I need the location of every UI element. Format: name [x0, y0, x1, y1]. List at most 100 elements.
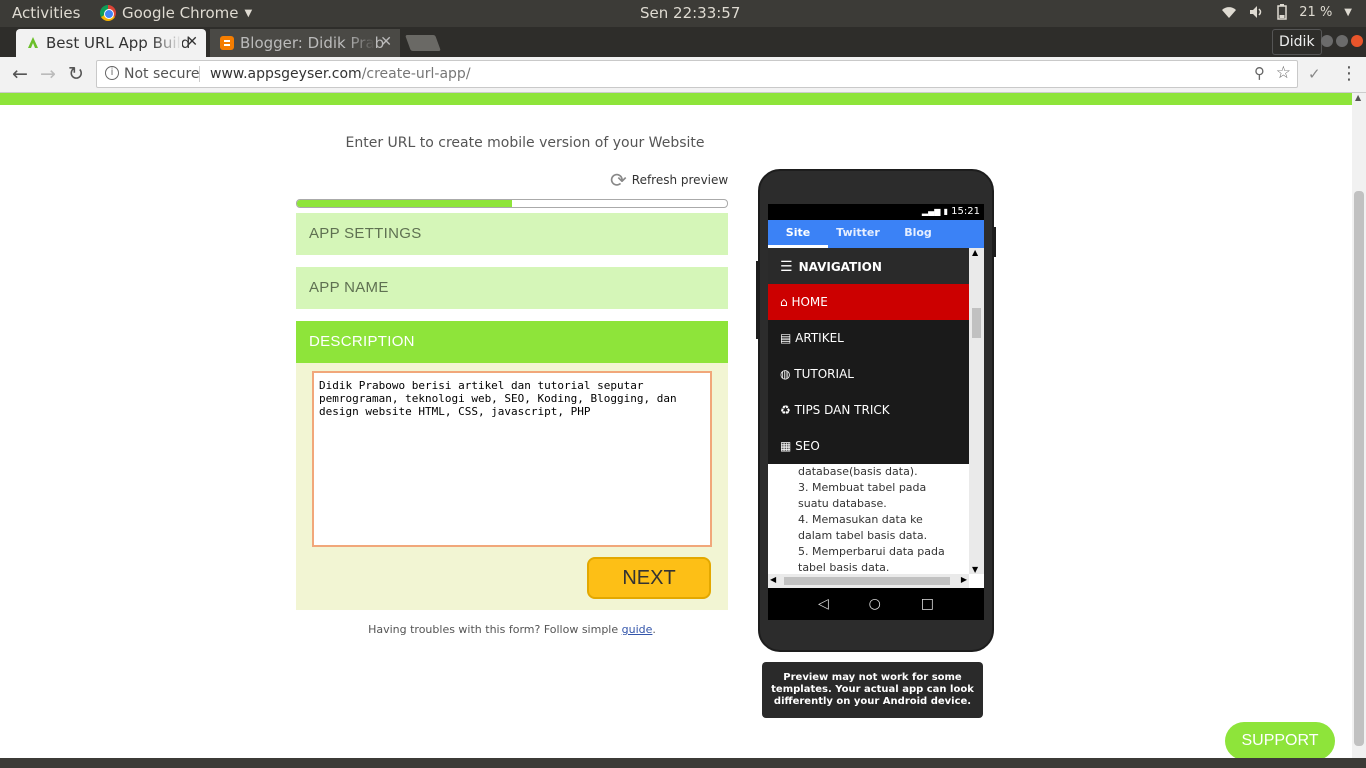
close-window-button[interactable] [1351, 35, 1363, 47]
scroll-thumb[interactable] [784, 577, 950, 585]
preview-tab-blog[interactable]: Blog [888, 220, 948, 248]
help-text-body: Having troubles with this form? Follow s… [368, 623, 622, 636]
home-circle-icon[interactable]: ○ [869, 596, 881, 612]
nav-item-artikel[interactable]: ▤ ARTIKEL [768, 320, 969, 356]
app-name: Google Chrome [122, 4, 239, 22]
preview-tab-twitter[interactable]: Twitter [828, 220, 888, 248]
refresh-label: Refresh preview [631, 173, 729, 187]
back-arrow-icon[interactable]: ← [12, 63, 28, 85]
activities-button[interactable]: Activities [12, 4, 80, 22]
bookmark-star-icon[interactable]: ☆ [1276, 63, 1291, 83]
nav-item-tips[interactable]: ♻ TIPS DAN TRICK [768, 392, 969, 428]
nav-item-label: HOME [791, 295, 828, 309]
home-icon: ⌂ [780, 295, 792, 309]
preview-horizontal-scrollbar[interactable]: ◀ ▶ [768, 574, 969, 588]
preview-nav-drawer: ☰ NAVIGATION ⌂ HOME ▤ ARTIKEL ◍ TUTORIAL … [768, 248, 969, 464]
scroll-down-icon[interactable]: ▼ [972, 565, 978, 574]
preview-note: Preview may not work for some templates.… [762, 662, 983, 718]
scroll-left-icon[interactable]: ◀ [770, 575, 776, 584]
preview-article-text: database(basis data). 3. Membuat tabel p… [768, 464, 969, 576]
close-tab-icon[interactable]: ✕ [380, 34, 392, 50]
browser-toolbar: ← → ↻ i Not secure www.appsgeyser.com/cr… [0, 57, 1366, 93]
help-text: Having troubles with this form? Follow s… [296, 623, 728, 636]
nav-item-label: SEO [795, 439, 820, 453]
wifi-icon [1222, 7, 1237, 18]
scroll-right-icon[interactable]: ▶ [961, 575, 967, 584]
tab-best-url-app-builder[interactable]: Best URL App Build ✕ [16, 29, 206, 57]
forward-arrow-icon[interactable]: → [40, 63, 56, 85]
system-top-bar: Activities Google Chrome ▼ Sen 22:33:57 … [0, 0, 1366, 27]
bottom-edge [0, 758, 1366, 768]
url-host: www.appsgeyser.com [210, 66, 362, 82]
help-text-end: . [652, 623, 656, 636]
extension-check-icon[interactable]: ✓ [1308, 65, 1321, 83]
scroll-up-icon[interactable]: ▲ [1355, 93, 1361, 102]
tab-blogger[interactable]: Blogger: Didik Prab ✕ [210, 29, 400, 57]
maximize-window-button[interactable] [1336, 35, 1348, 47]
phone-preview: ▂▄▆ ▮ 15:21 Site Twitter Blog ☰ NAVIGATIO… [756, 169, 996, 652]
new-tab-button[interactable] [405, 35, 441, 51]
preview-vertical-scrollbar[interactable]: ▲ ▼ [969, 248, 984, 574]
nav-item-label: TUTORIAL [794, 367, 854, 381]
phone-side-button [756, 261, 760, 339]
zoom-icon[interactable]: ⚲ [1254, 64, 1265, 82]
article-line: 3. Membuat tabel pada suatu database. [798, 481, 927, 510]
info-icon[interactable]: i [105, 66, 119, 80]
back-triangle-icon[interactable]: ◁ [818, 596, 829, 612]
nav-header-label: NAVIGATION [798, 260, 882, 274]
nav-item-tutorial[interactable]: ◍ TUTORIAL [768, 356, 969, 392]
preview-tab-site[interactable]: Site [768, 220, 828, 248]
refresh-preview-button[interactable]: ⟳ Refresh preview [610, 168, 728, 192]
book-icon: ▤ [780, 331, 796, 345]
preview-time: 15:21 [951, 206, 980, 217]
minimize-window-button[interactable] [1321, 35, 1333, 47]
signal-icon: ▂▄▆ [921, 207, 941, 216]
url-text[interactable]: www.appsgeyser.com/create-url-app/ [210, 66, 471, 82]
support-button[interactable]: SUPPORT [1225, 722, 1335, 758]
page-scrollbar[interactable]: ▲ [1352, 93, 1366, 758]
android-nav-bar: ◁ ○ □ [768, 588, 984, 620]
reload-icon[interactable]: ↻ [68, 63, 84, 85]
article-line: database(basis data). [798, 465, 918, 478]
globe-icon: ◍ [780, 367, 795, 381]
wizard-progress-bar [296, 199, 728, 208]
battery-percent: 21 % [1299, 4, 1333, 20]
preview-screen[interactable]: ▂▄▆ ▮ 15:21 Site Twitter Blog ☰ NAVIGATIO… [768, 204, 984, 620]
app-menu[interactable]: Google Chrome ▼ [100, 4, 252, 22]
description-textarea[interactable]: Didik Prabowo berisi artikel dan tutoria… [312, 371, 712, 547]
next-button[interactable]: NEXT [587, 557, 711, 599]
scroll-up-icon[interactable]: ▲ [972, 248, 978, 257]
menu-icon[interactable]: ⋮ [1340, 63, 1358, 84]
progress-fill [297, 200, 512, 207]
nav-item-home[interactable]: ⌂ HOME [768, 284, 969, 320]
nav-item-seo[interactable]: ▦ SEO [768, 428, 969, 464]
page-content: Enter URL to create mobile version of yo… [0, 93, 1352, 758]
recents-square-icon[interactable]: □ [921, 596, 934, 612]
building-icon: ▦ [780, 439, 796, 453]
nav-item-label: ARTIKEL [795, 331, 844, 345]
page-headline: Enter URL to create mobile version of yo… [345, 135, 705, 151]
address-bar[interactable]: i Not secure www.appsgeyser.com/create-u… [96, 60, 1298, 88]
page-scroll-thumb[interactable] [1354, 191, 1364, 746]
system-tray[interactable]: 21 % ▼ [1221, 4, 1352, 20]
volume-icon [1250, 6, 1262, 18]
chevron-down-icon: ▼ [244, 7, 253, 19]
section-app-settings[interactable]: APP SETTINGS [296, 213, 728, 255]
browser-tab-strip: Best URL App Build ✕ Blogger: Didik Prab… [0, 27, 1366, 57]
description-panel: Didik Prabowo berisi artikel dan tutoria… [296, 363, 728, 610]
section-app-name[interactable]: APP NAME [296, 267, 728, 309]
security-label[interactable]: Not secure [124, 66, 200, 82]
profile-button[interactable]: Didik [1272, 29, 1322, 55]
tab-fade [152, 29, 182, 57]
scroll-thumb[interactable] [972, 308, 981, 338]
chevron-down-icon: ▼ [1344, 6, 1352, 18]
blogger-favicon-icon [220, 36, 234, 50]
nav-header[interactable]: ☰ NAVIGATION [768, 248, 969, 284]
hamburger-icon: ☰ [780, 259, 793, 275]
tab-fade [346, 29, 376, 57]
recycle-icon: ♻ [780, 403, 795, 417]
clock[interactable]: Sen 22:33:57 [640, 4, 740, 22]
close-tab-icon[interactable]: ✕ [186, 34, 198, 50]
section-description[interactable]: DESCRIPTION [296, 321, 728, 363]
guide-link[interactable]: guide [622, 623, 653, 636]
